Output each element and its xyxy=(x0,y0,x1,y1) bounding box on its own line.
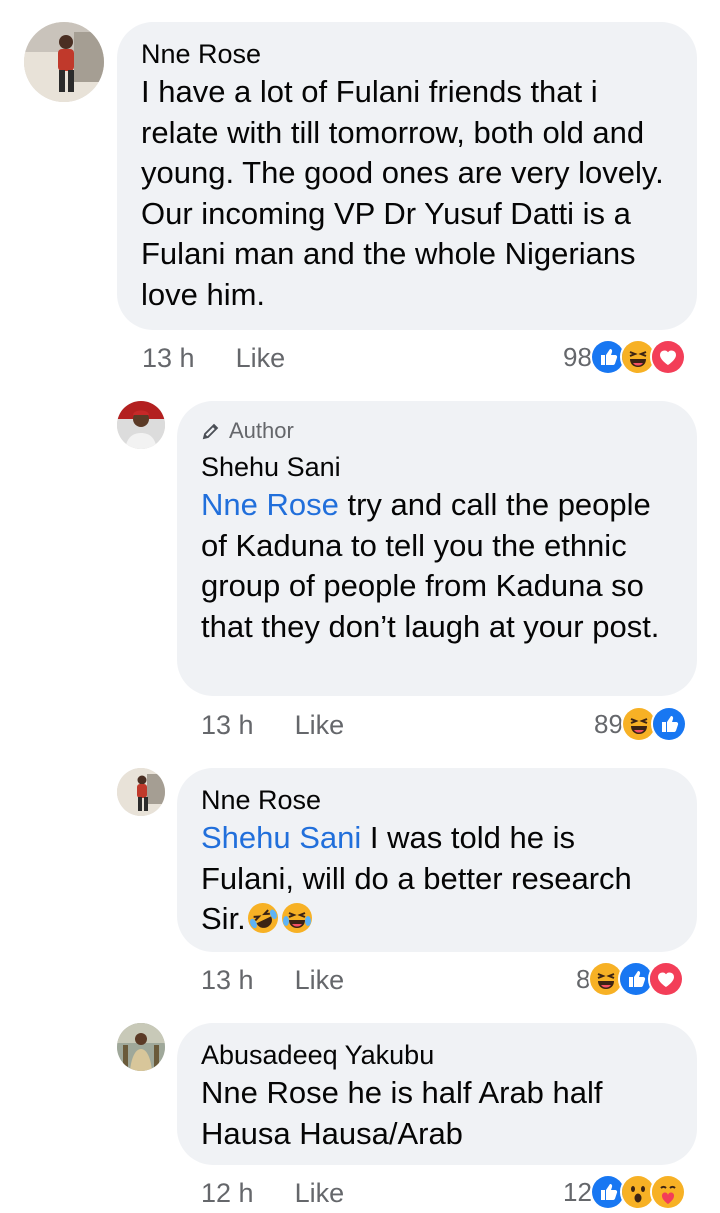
reaction-summary[interactable]: 98 xyxy=(563,337,686,377)
comment-meta: 13 h Like xyxy=(201,705,344,745)
commenter-name[interactable]: Abusadeeq Yakubu xyxy=(201,1037,673,1073)
commenter-name[interactable]: Shehu Sani xyxy=(201,449,673,485)
avatar[interactable] xyxy=(117,401,165,449)
pencil-icon xyxy=(202,423,219,440)
like-button[interactable]: Like xyxy=(236,343,286,374)
like-button[interactable]: Like xyxy=(295,710,345,741)
comment-time[interactable]: 13 h xyxy=(201,965,254,996)
like-reaction-icon xyxy=(650,706,687,742)
comment-text: I have a lot of Fulani friends that i re… xyxy=(141,74,664,312)
comment-bubble: Author Shehu Sani Nne Rose try and call … xyxy=(177,401,697,696)
mention-link[interactable]: Shehu Sani xyxy=(201,820,361,855)
reaction-count: 89 xyxy=(594,708,623,739)
rolling-laughing-emoji xyxy=(246,901,280,935)
avatar[interactable] xyxy=(24,22,104,102)
avatar[interactable] xyxy=(117,768,165,816)
avatar-image xyxy=(117,768,165,816)
commenter-name[interactable]: Nne Rose xyxy=(141,36,673,72)
avatar-image xyxy=(117,401,165,449)
comment-meta: 13 h Like xyxy=(142,338,285,378)
comment-bubble: Nne Rose Shehu Sani I was told he is Ful… xyxy=(177,768,697,952)
reaction-count: 12 xyxy=(563,1176,592,1207)
author-badge: Author xyxy=(201,417,673,445)
mention-link[interactable]: Nne Rose xyxy=(201,487,339,522)
comment-bubble: Abusadeeq Yakubu Nne Rose he is half Ara… xyxy=(177,1023,697,1165)
love-reaction-icon xyxy=(649,339,686,375)
like-button[interactable]: Like xyxy=(295,965,345,996)
comment-meta: 12 h Like xyxy=(201,1173,344,1213)
author-badge-label: Author xyxy=(229,418,294,443)
comment-time[interactable]: 12 h xyxy=(201,1178,254,1209)
tears-of-joy-emoji xyxy=(280,901,314,935)
reaction-count: 98 xyxy=(563,341,592,372)
love-reaction-icon xyxy=(648,961,685,997)
commenter-name[interactable]: Nne Rose xyxy=(201,782,673,818)
reaction-summary[interactable]: 12 xyxy=(563,1172,686,1212)
reaction-summary[interactable]: 8 xyxy=(576,959,685,999)
care-reaction-icon xyxy=(649,1174,686,1210)
comment-text: Shehu Sani I was told he is Fulani, will… xyxy=(201,818,673,940)
like-button[interactable]: Like xyxy=(295,1178,345,1209)
comment-meta: 13 h Like xyxy=(201,960,344,1000)
reaction-summary[interactable]: 89 xyxy=(594,704,687,744)
avatar[interactable] xyxy=(117,1023,165,1071)
comment-text: Nne Rose he is half Arab half Hausa Haus… xyxy=(201,1075,603,1151)
comment-bubble: Nne Rose I have a lot of Fulani friends … xyxy=(117,22,697,330)
avatar-image xyxy=(24,22,104,102)
comment-text: Nne Rose try and call the people of Kadu… xyxy=(201,485,673,647)
comment-time[interactable]: 13 h xyxy=(201,710,254,741)
avatar-image xyxy=(117,1023,165,1071)
comment-time[interactable]: 13 h xyxy=(142,343,195,374)
